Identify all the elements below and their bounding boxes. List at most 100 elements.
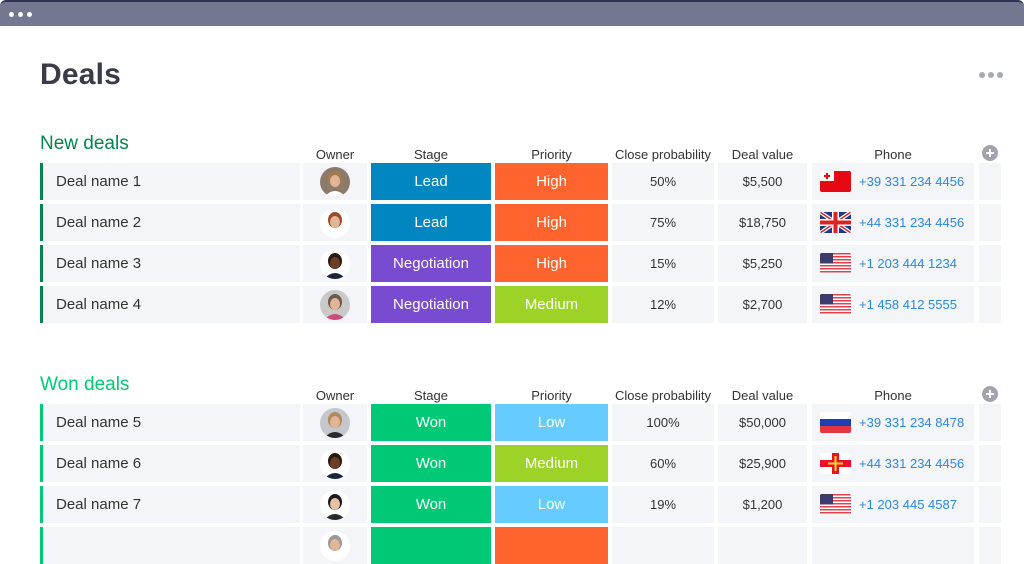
phone-link[interactable]: +44 331 234 4456 (859, 456, 964, 471)
phone-link[interactable]: +39 331 234 8478 (859, 415, 964, 430)
stage-status[interactable]: Lead (371, 163, 491, 200)
stage-status[interactable]: Negotiation (371, 245, 491, 282)
close-probability-cell[interactable]: 60% (612, 445, 714, 482)
column-header[interactable]: Priority (495, 147, 608, 162)
table-row[interactable]: Deal name 1 Lead High 50% $5,500 +39 331… (0, 163, 1024, 200)
column-header[interactable]: Priority (495, 388, 608, 403)
phone-cell[interactable]: +44 331 234 4456 (812, 445, 974, 482)
deal-name-cell[interactable] (40, 527, 300, 564)
phone-cell[interactable]: +1 203 445 4587 (812, 486, 974, 523)
phone-cell[interactable]: +44 331 234 4456 (812, 204, 974, 241)
phone-cell[interactable]: +1 458 412 5555 (812, 286, 974, 323)
owner-cell[interactable] (303, 163, 367, 200)
phone-link[interactable]: +39 331 234 4456 (859, 174, 964, 189)
deal-value-cell[interactable]: $18,750 (718, 204, 807, 241)
stage-status[interactable]: Lead (371, 204, 491, 241)
table-row[interactable]: Deal name 6 Won Medium 60% $25,900 +44 3… (0, 445, 1024, 482)
table-row[interactable]: Deal name 2 Lead High 75% $18,750 +44 33… (0, 204, 1024, 241)
stage-status[interactable]: Negotiation (371, 286, 491, 323)
empty-cell[interactable] (979, 163, 1001, 200)
owner-cell[interactable] (303, 204, 367, 241)
close-probability-cell[interactable]: 15% (612, 245, 714, 282)
empty-cell[interactable] (979, 286, 1001, 323)
priority-status[interactable] (495, 527, 608, 564)
deal-value-cell[interactable]: $25,900 (718, 445, 807, 482)
deal-value-cell[interactable]: $5,500 (718, 163, 807, 200)
empty-cell[interactable] (979, 204, 1001, 241)
priority-status[interactable]: High (495, 204, 608, 241)
uk-flag-icon (820, 212, 851, 233)
close-probability-cell[interactable]: 12% (612, 286, 714, 323)
phone-link[interactable]: +44 331 234 4456 (859, 215, 964, 230)
phone-cell[interactable]: +39 331 234 4456 (812, 163, 974, 200)
deal-value-cell[interactable] (718, 527, 807, 564)
owner-cell[interactable] (303, 486, 367, 523)
priority-status[interactable]: Medium (495, 286, 608, 323)
close-probability-cell[interactable]: 50% (612, 163, 714, 200)
owner-cell[interactable] (303, 286, 367, 323)
table-row[interactable]: Deal name 4 Negotiation Medium 12% $2,70… (0, 286, 1024, 323)
window-titlebar (0, 0, 1024, 26)
column-header[interactable]: Owner (303, 147, 367, 162)
column-header[interactable]: Close probability (612, 147, 714, 162)
priority-status[interactable]: Medium (495, 445, 608, 482)
group-title[interactable]: New deals (40, 133, 129, 155)
column-header[interactable]: Close probability (612, 388, 714, 403)
column-header[interactable]: Owner (303, 388, 367, 403)
empty-cell[interactable] (979, 245, 1001, 282)
table-row[interactable]: Deal name 3 Negotiation High 15% $5,250 … (0, 245, 1024, 282)
close-probability-cell[interactable]: 75% (612, 204, 714, 241)
phone-link[interactable]: +1 203 445 4587 (859, 497, 957, 512)
phone-cell[interactable]: +39 331 234 8478 (812, 404, 974, 441)
deal-name-cell[interactable]: Deal name 2 (40, 204, 300, 241)
owner-cell[interactable] (303, 527, 367, 564)
deal-name-cell[interactable]: Deal name 1 (40, 163, 300, 200)
deal-name-cell[interactable]: Deal name 7 (40, 486, 300, 523)
priority-status[interactable]: High (495, 245, 608, 282)
add-column-icon[interactable] (982, 386, 998, 402)
empty-cell[interactable] (979, 404, 1001, 441)
stage-status[interactable]: Won (371, 404, 491, 441)
more-options-icon[interactable] (979, 72, 1003, 78)
column-header[interactable]: Phone (812, 388, 974, 403)
priority-status[interactable]: Low (495, 486, 608, 523)
stage-status[interactable] (371, 527, 491, 564)
close-probability-cell[interactable] (612, 527, 714, 564)
deal-value-cell[interactable]: $2,700 (718, 286, 807, 323)
column-header[interactable]: Deal value (718, 147, 807, 162)
close-probability-cell[interactable]: 19% (612, 486, 714, 523)
empty-cell[interactable] (979, 527, 1001, 564)
column-header[interactable]: Phone (812, 147, 974, 162)
owner-cell[interactable] (303, 245, 367, 282)
deal-name-cell[interactable]: Deal name 5 (40, 404, 300, 441)
priority-status[interactable]: High (495, 163, 608, 200)
stage-status[interactable]: Won (371, 445, 491, 482)
close-probability-cell[interactable]: 100% (612, 404, 714, 441)
column-header[interactable]: Stage (371, 388, 491, 403)
table-row[interactable] (0, 527, 1024, 564)
column-header[interactable]: Stage (371, 147, 491, 162)
table-row[interactable]: Deal name 5 Won Low 100% $50,000 +39 331… (0, 404, 1024, 441)
deal-value-cell[interactable]: $5,250 (718, 245, 807, 282)
deal-name-cell[interactable]: Deal name 3 (40, 245, 300, 282)
column-header[interactable]: Deal value (718, 388, 807, 403)
table-row[interactable]: Deal name 7 Won Low 19% $1,200 +1 203 44… (0, 486, 1024, 523)
phone-cell[interactable]: +1 203 444 1234 (812, 245, 974, 282)
owner-cell[interactable] (303, 445, 367, 482)
deal-name-cell[interactable]: Deal name 4 (40, 286, 300, 323)
phone-link[interactable]: +1 203 444 1234 (859, 256, 957, 271)
phone-cell[interactable] (812, 527, 974, 564)
phone-link[interactable]: +1 458 412 5555 (859, 297, 957, 312)
avatar-woman-red-hair (320, 207, 350, 238)
deal-name-cell[interactable]: Deal name 6 (40, 445, 300, 482)
empty-cell[interactable] (979, 445, 1001, 482)
empty-cell[interactable] (979, 486, 1001, 523)
priority-status[interactable]: Low (495, 404, 608, 441)
group-title[interactable]: Won deals (40, 374, 129, 396)
deal-value-cell[interactable]: $1,200 (718, 486, 807, 523)
owner-cell[interactable] (303, 404, 367, 441)
window-controls[interactable] (9, 12, 32, 17)
add-column-icon[interactable] (982, 145, 998, 161)
deal-value-cell[interactable]: $50,000 (718, 404, 807, 441)
stage-status[interactable]: Won (371, 486, 491, 523)
